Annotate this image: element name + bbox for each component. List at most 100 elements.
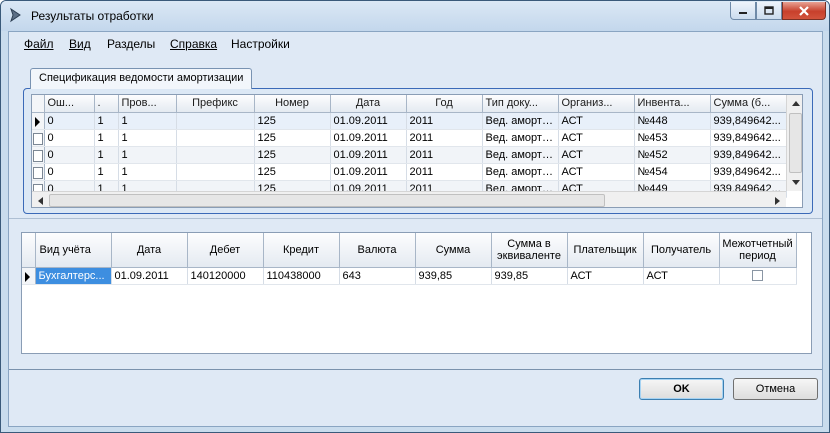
- cell-amount[interactable]: 939,849642...: [710, 129, 787, 147]
- ok-button[interactable]: OK: [639, 378, 724, 400]
- pane-splitter[interactable]: [9, 218, 822, 219]
- table-row[interactable]: 0 1 1 125 01.09.2011 2011 Вед. амортиз..…: [32, 112, 787, 130]
- vertical-scroll-thumb[interactable]: [789, 113, 802, 173]
- scroll-up-button[interactable]: [787, 95, 802, 112]
- col-header-amount[interactable]: Сумма: [415, 233, 492, 268]
- cell-date[interactable]: 01.09.2011: [330, 146, 407, 164]
- table-row[interactable]: Бухгалтерс... 01.09.2011 140120000 11043…: [22, 267, 797, 285]
- menu-file[interactable]: Файл: [22, 37, 56, 51]
- scroll-left-button[interactable]: [32, 192, 49, 207]
- horizontal-scroll-thumb[interactable]: [49, 194, 605, 207]
- col-header-interperiod[interactable]: Межотчетный период: [719, 233, 797, 268]
- cell-prefix[interactable]: [176, 163, 255, 181]
- col-header-recipient[interactable]: Получатель: [643, 233, 720, 268]
- cell-debit[interactable]: 140120000: [187, 267, 264, 285]
- menu-view[interactable]: Вид: [67, 37, 93, 51]
- col-header-account-type[interactable]: Вид учёта: [35, 233, 112, 268]
- title-bar[interactable]: Результаты отработки: [1, 1, 829, 31]
- cancel-button[interactable]: Отмена: [733, 378, 818, 400]
- cell-error[interactable]: 0: [44, 129, 95, 147]
- cell-amount-equivalent[interactable]: 939,85: [491, 267, 568, 285]
- col-header-payer[interactable]: Плательщик: [567, 233, 644, 268]
- col-header-organization[interactable]: Организ...: [558, 95, 635, 113]
- row-indicator[interactable]: [32, 163, 45, 181]
- cell-date[interactable]: 01.09.2011: [330, 163, 407, 181]
- cell-dot[interactable]: 1: [94, 146, 119, 164]
- col-header-doc-type[interactable]: Тип доку...: [482, 95, 559, 113]
- col-header-number[interactable]: Номер: [254, 95, 331, 113]
- cell-error[interactable]: 0: [44, 146, 95, 164]
- cell-date[interactable]: 01.09.2011: [111, 267, 188, 285]
- cell-organization[interactable]: АСТ: [558, 146, 635, 164]
- col-header-amount[interactable]: Сумма (б...: [710, 95, 787, 113]
- close-button[interactable]: [782, 2, 826, 20]
- cell-number[interactable]: 125: [254, 129, 331, 147]
- cell-doc-type[interactable]: Вед. амортиз...: [482, 146, 559, 164]
- cell-number[interactable]: 125: [254, 112, 331, 130]
- col-header-credit[interactable]: Кредит: [263, 233, 340, 268]
- cell-year[interactable]: 2011: [406, 146, 483, 164]
- col-header-date[interactable]: Дата: [111, 233, 188, 268]
- row-indicator[interactable]: [32, 146, 45, 164]
- cell-amount[interactable]: 939,849642...: [710, 112, 787, 130]
- cell-posted[interactable]: 1: [118, 146, 177, 164]
- col-header-date[interactable]: Дата: [330, 95, 407, 113]
- row-indicator[interactable]: [22, 267, 36, 285]
- cell-dot[interactable]: 1: [94, 112, 119, 130]
- row-indicator[interactable]: [32, 112, 45, 130]
- scroll-right-button[interactable]: [769, 192, 786, 207]
- cell-error[interactable]: 0: [44, 163, 95, 181]
- cell-number[interactable]: 125: [254, 146, 331, 164]
- col-header-posted[interactable]: Пров...: [118, 95, 177, 113]
- col-header-currency[interactable]: Валюта: [339, 233, 416, 268]
- col-header-debit[interactable]: Дебет: [187, 233, 264, 268]
- cell-doc-type[interactable]: Вед. амортиз...: [482, 129, 559, 147]
- cell-interperiod[interactable]: [719, 267, 797, 285]
- entries-grid[interactable]: Вид учёта Дата Дебет Кредит Валюта Сумма…: [21, 232, 812, 354]
- spec-grid[interactable]: Ош... . Пров... Префикс Номер Дата Год Т…: [31, 94, 803, 208]
- cell-doc-type[interactable]: Вед. амортиз...: [482, 112, 559, 130]
- cell-dot[interactable]: 1: [94, 129, 119, 147]
- maximize-button[interactable]: [756, 2, 782, 20]
- cell-currency[interactable]: 643: [339, 267, 416, 285]
- cell-organization[interactable]: АСТ: [558, 129, 635, 147]
- col-header-dot[interactable]: .: [94, 95, 119, 113]
- cell-prefix[interactable]: [176, 112, 255, 130]
- cell-credit[interactable]: 110438000: [263, 267, 340, 285]
- cell-year[interactable]: 2011: [406, 112, 483, 130]
- table-row[interactable]: 0 1 1 125 01.09.2011 2011 Вед. амортиз..…: [32, 129, 787, 147]
- cell-error[interactable]: 0: [44, 112, 95, 130]
- cell-organization[interactable]: АСТ: [558, 163, 635, 181]
- menu-help[interactable]: Справка: [168, 37, 219, 51]
- cell-year[interactable]: 2011: [406, 129, 483, 147]
- cell-year[interactable]: 2011: [406, 163, 483, 181]
- cell-date[interactable]: 01.09.2011: [330, 129, 407, 147]
- menu-settings[interactable]: Настройки: [229, 37, 292, 51]
- spec-horizontal-scrollbar[interactable]: [32, 191, 786, 207]
- cell-dot[interactable]: 1: [94, 163, 119, 181]
- cell-amount[interactable]: 939,85: [415, 267, 492, 285]
- col-header-prefix[interactable]: Префикс: [176, 95, 255, 113]
- cell-prefix[interactable]: [176, 129, 255, 147]
- cell-posted[interactable]: 1: [118, 163, 177, 181]
- col-header-amount-equivalent[interactable]: Сумма в эквиваленте: [491, 233, 568, 268]
- cell-prefix[interactable]: [176, 146, 255, 164]
- cell-doc-type[interactable]: Вед. амортиз...: [482, 163, 559, 181]
- col-header-inventory[interactable]: Инвента...: [634, 95, 711, 113]
- cell-posted[interactable]: 1: [118, 112, 177, 130]
- cell-account-type[interactable]: Бухгалтерс...: [35, 267, 112, 285]
- cell-inventory[interactable]: №454: [634, 163, 711, 181]
- interperiod-checkbox[interactable]: [752, 270, 763, 281]
- cell-date[interactable]: 01.09.2011: [330, 112, 407, 130]
- minimize-button[interactable]: [730, 2, 756, 20]
- cell-organization[interactable]: АСТ: [558, 112, 635, 130]
- cell-inventory[interactable]: №448: [634, 112, 711, 130]
- cell-inventory[interactable]: №452: [634, 146, 711, 164]
- cell-recipient[interactable]: АСТ: [643, 267, 720, 285]
- tab-depreciation-spec[interactable]: Спецификация ведомости амортизации: [30, 68, 253, 89]
- cell-amount[interactable]: 939,849642...: [710, 163, 787, 181]
- col-header-year[interactable]: Год: [406, 95, 483, 113]
- scroll-down-button[interactable]: [787, 174, 802, 191]
- table-row[interactable]: 0 1 1 125 01.09.2011 2011 Вед. амортиз..…: [32, 163, 787, 181]
- cell-number[interactable]: 125: [254, 163, 331, 181]
